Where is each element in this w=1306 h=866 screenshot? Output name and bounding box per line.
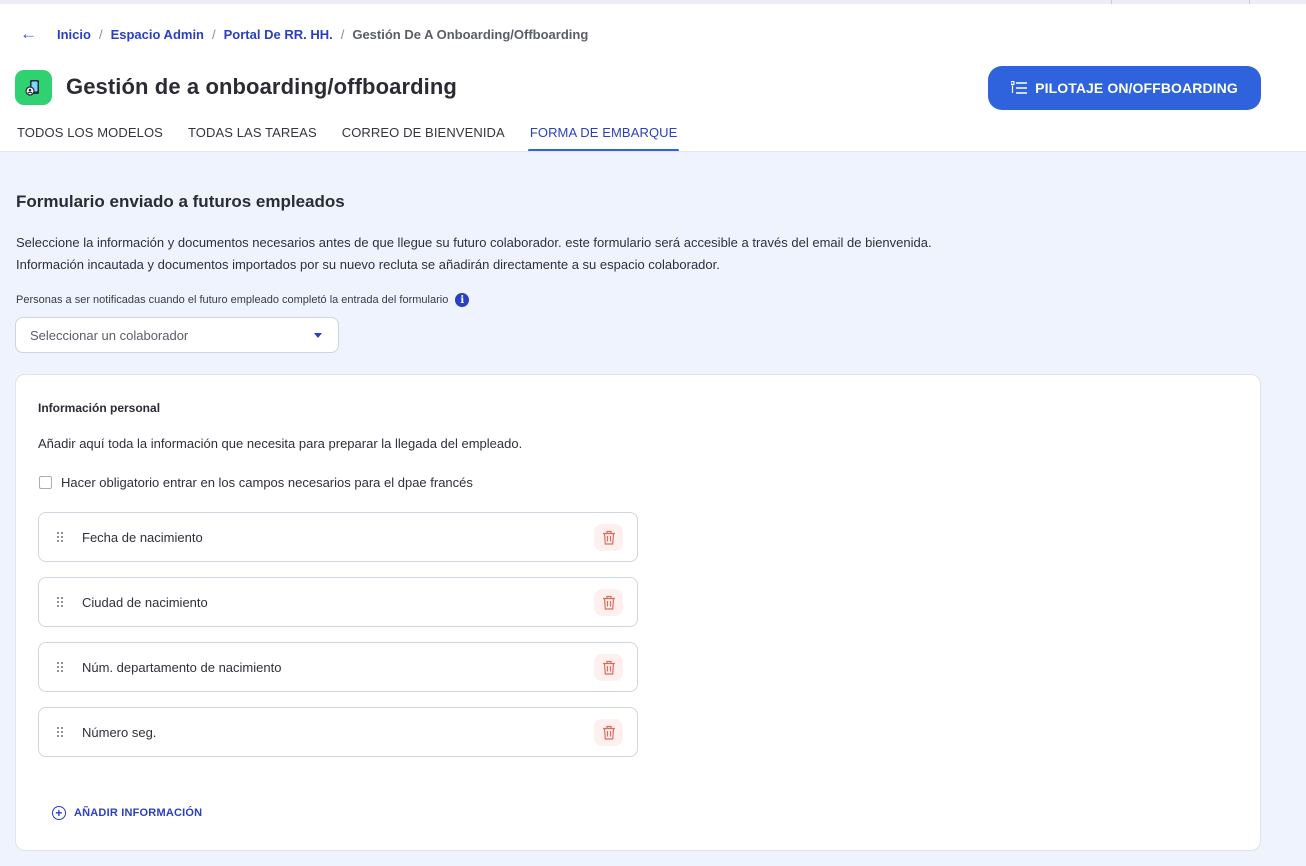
pilotaje-button[interactable]: PILOTAJE ON/OFFBOARDING	[988, 66, 1261, 110]
delete-button[interactable]	[594, 589, 623, 616]
tab-forma-de-embarque[interactable]: FORMA DE EMBARQUE	[527, 118, 680, 152]
field-label: Fecha de nacimiento	[82, 530, 203, 545]
onboarding-app-icon	[15, 70, 52, 105]
dpae-checkbox[interactable]	[39, 476, 52, 489]
add-info-button[interactable]: + AÑADIR INFORMACIÓN	[52, 806, 202, 820]
drag-handle-icon[interactable]	[56, 596, 64, 608]
tab-correo-de-bienvenida[interactable]: CORREO DE BIENVENIDA	[342, 118, 505, 152]
notify-label: Personas a ser notificadas cuando el fut…	[16, 293, 470, 307]
delete-button[interactable]	[594, 719, 623, 746]
trash-icon	[602, 595, 615, 610]
form-title: Formulario enviado a futuros empleados	[16, 192, 345, 211]
form-description: Seleccione la información y documentos n…	[16, 232, 932, 276]
trash-icon	[602, 530, 615, 545]
collaborator-select[interactable]: Seleccionar un colaborador	[15, 317, 339, 353]
breadcrumb-current: Gestión De A Onboarding/Offboarding	[352, 26, 589, 42]
collaborator-select-placeholder: Seleccionar un colaborador	[30, 327, 189, 343]
list-icon	[1011, 81, 1028, 94]
plus-circle-icon: +	[52, 806, 66, 820]
delete-button[interactable]	[594, 524, 623, 551]
info-icon[interactable]: i	[455, 293, 470, 307]
field-row-ciudad-nacimiento: Ciudad de nacimiento	[38, 577, 638, 627]
field-row-numero-seg: Número seg.	[38, 707, 638, 757]
trash-icon	[602, 660, 615, 675]
page-title: Gestión de a onboarding/offboarding	[66, 74, 457, 99]
form-description-line-2: Información incautada y documentos impor…	[16, 257, 720, 272]
tab-bar: TODOS LOS MODELOS TODAS LAS TAREAS CORRE…	[17, 118, 702, 152]
add-info-label: AÑADIR INFORMACIÓN	[74, 807, 203, 819]
field-row-departamento-nacimiento: Núm. departamento de nacimiento	[38, 642, 638, 692]
pilotaje-button-label: PILOTAJE ON/OFFBOARDING	[1035, 80, 1238, 96]
arrow-left-icon[interactable]: ←	[20, 25, 37, 42]
window-top-strip	[0, 0, 1306, 4]
breadcrumb-portal-rrhh[interactable]: Portal De RR. HH.	[224, 27, 333, 42]
dpae-checkbox-row[interactable]: Hacer obligatorio entrar en los campos n…	[39, 475, 473, 490]
drag-handle-icon[interactable]	[56, 531, 64, 543]
drag-handle-icon[interactable]	[56, 726, 64, 738]
drag-handle-icon[interactable]	[56, 661, 64, 673]
notify-label-text: Personas a ser notificadas cuando el fut…	[16, 294, 449, 306]
personal-info-card: Información personal Añadir aquí toda la…	[15, 374, 1261, 851]
field-label: Ciudad de nacimiento	[82, 595, 208, 610]
main-content: Formulario enviado a futuros empleados S…	[0, 152, 1306, 866]
field-label: Núm. departamento de nacimiento	[82, 660, 282, 675]
field-label: Número seg.	[82, 725, 157, 740]
breadcrumb: ← Inicio / Espacio Admin / Portal De RR.…	[20, 24, 589, 43]
field-row-fecha-nacimiento: Fecha de nacimiento	[38, 512, 638, 562]
dpae-checkbox-label: Hacer obligatorio entrar en los campos n…	[61, 475, 473, 490]
personal-info-description: Añadir aquí toda la información que nece…	[38, 436, 523, 451]
breadcrumb-espacio-admin[interactable]: Espacio Admin	[111, 27, 204, 42]
chevron-down-icon	[314, 333, 322, 338]
form-description-line-1: Seleccione la información y documentos n…	[16, 235, 932, 250]
personal-info-title: Información personal	[38, 401, 161, 415]
trash-icon	[602, 725, 615, 740]
tab-todas-las-tareas[interactable]: TODAS LAS TAREAS	[188, 118, 317, 152]
delete-button[interactable]	[594, 654, 623, 681]
breadcrumb-inicio[interactable]: Inicio	[57, 27, 91, 42]
tab-todos-los-modelos[interactable]: TODOS LOS MODELOS	[17, 118, 163, 152]
